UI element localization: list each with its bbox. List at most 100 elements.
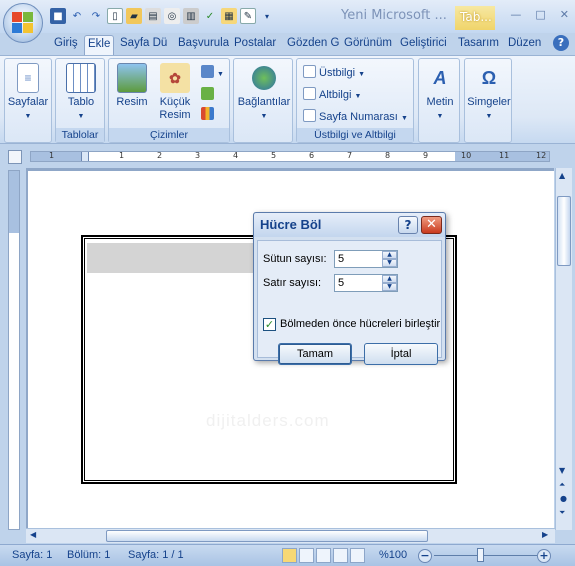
next-page-icon[interactable]: ⏷ bbox=[559, 508, 565, 518]
scroll-up-icon[interactable]: ▲ bbox=[559, 171, 565, 180]
scroll-right-icon[interactable]: ▶ bbox=[542, 530, 548, 539]
picture-icon bbox=[117, 63, 147, 93]
save-icon[interactable]: ■ bbox=[50, 8, 66, 24]
close-button[interactable]: ✕ bbox=[560, 8, 569, 21]
selected-cells[interactable] bbox=[87, 243, 254, 273]
new-document-icon[interactable]: ▯ bbox=[107, 8, 123, 24]
restore-button[interactable]: □ bbox=[535, 8, 545, 21]
draft-view-icon[interactable] bbox=[350, 548, 365, 563]
office-button[interactable] bbox=[3, 3, 43, 43]
tab-ekle[interactable]: Ekle bbox=[84, 35, 114, 55]
tab-postalar[interactable]: Postalar bbox=[231, 35, 283, 55]
zoom-in-icon[interactable]: + bbox=[537, 549, 551, 563]
rows-down-icon[interactable]: ▼ bbox=[382, 283, 397, 291]
tab-sayfa-duzeni[interactable]: Sayfa Dü bbox=[117, 35, 172, 55]
ruler-tick-label: 1 bbox=[119, 151, 125, 160]
zoom-slider-thumb[interactable] bbox=[477, 548, 484, 562]
watermark-text: dijitalders.com bbox=[206, 411, 330, 430]
footer-icon bbox=[303, 87, 316, 100]
quick-access-toolbar: ■ ↶ ↷ ▯ ▰ ▤ ◎ ▥ ✓ ▦ ✎ ▾ bbox=[50, 6, 275, 26]
print-preview-icon[interactable]: ◎ bbox=[164, 8, 180, 24]
indent-marker[interactable] bbox=[81, 152, 89, 161]
help-icon[interactable]: ? bbox=[553, 35, 569, 51]
browse-object-icon[interactable]: ● bbox=[560, 494, 567, 503]
previous-page-icon[interactable]: ⏶ bbox=[559, 480, 565, 490]
rows-label: Satır sayısı: bbox=[263, 277, 322, 289]
vertical-scrollbar[interactable]: ▲ ▼ ⏶ ● ⏷ bbox=[555, 168, 572, 530]
spelling-icon[interactable]: ✓ bbox=[202, 8, 218, 24]
tab-duzen[interactable]: Düzen bbox=[505, 35, 545, 55]
minimize-button[interactable]: — bbox=[510, 8, 521, 21]
horizontal-ruler[interactable]: 1 1 2 3 4 5 6 7 8 9 10 11 12 bbox=[30, 151, 550, 162]
cancel-button[interactable]: İptal bbox=[364, 343, 438, 365]
ruler-tick-label: 3 bbox=[195, 151, 201, 160]
dialog-title-bar[interactable]: Hücre Böl ? ✕ bbox=[254, 213, 445, 237]
columns-down-icon[interactable]: ▼ bbox=[382, 259, 397, 267]
ruler-tick-label: 4 bbox=[233, 151, 239, 160]
altbilgi-button[interactable]: Altbilgi ▼ bbox=[303, 87, 361, 101]
customize-qat-icon[interactable]: ▾ bbox=[259, 8, 275, 24]
edit-icon[interactable]: ✎ bbox=[240, 8, 256, 24]
scroll-down-icon[interactable]: ▼ bbox=[559, 466, 565, 475]
status-page[interactable]: Sayfa: 1 bbox=[12, 549, 52, 561]
ruler-tick-label: 11 bbox=[499, 151, 510, 160]
dialog-close-button[interactable]: ✕ bbox=[421, 216, 442, 234]
ribbon: ≡ Sayfalar ▼ Tablo ▼ Tablolar Resim ✿ Küçü… bbox=[0, 55, 575, 144]
columns-up-icon[interactable]: ▲ bbox=[382, 251, 397, 259]
rows-up-icon[interactable]: ▲ bbox=[382, 275, 397, 283]
tab-selector-button[interactable] bbox=[8, 150, 22, 164]
status-section[interactable]: Bölüm: 1 bbox=[67, 549, 110, 561]
baglantilar-button[interactable]: Bağlantılar ▼ bbox=[235, 63, 293, 123]
sayfa-numarasi-button[interactable]: Sayfa Numarası ▼ bbox=[303, 109, 408, 123]
print-icon[interactable]: ▤ bbox=[145, 8, 161, 24]
zoom-level[interactable]: %100 bbox=[379, 549, 407, 561]
tab-gorunum[interactable]: Görünüm bbox=[341, 35, 396, 55]
format-icon[interactable]: ▦ bbox=[221, 8, 237, 24]
ustbilgi-button[interactable]: Üstbilgi ▼ bbox=[303, 65, 365, 79]
horizontal-scroll-thumb[interactable] bbox=[106, 530, 428, 542]
merge-checkbox[interactable]: ✓ bbox=[263, 318, 276, 331]
web-layout-view-icon[interactable] bbox=[316, 548, 331, 563]
group-baglantilar: Bağlantılar ▼ bbox=[233, 58, 293, 143]
redo-icon[interactable]: ↷ bbox=[88, 8, 104, 24]
tablo-button[interactable]: Tablo ▼ bbox=[59, 63, 103, 123]
rows-value[interactable]: 5 bbox=[338, 277, 344, 289]
zoom-slider-track[interactable] bbox=[434, 555, 537, 556]
dialog-help-button[interactable]: ? bbox=[398, 216, 418, 234]
vertical-scroll-thumb[interactable] bbox=[557, 196, 571, 266]
scroll-left-icon[interactable]: ◀ bbox=[30, 530, 36, 539]
tab-basvurular[interactable]: Başvurula bbox=[175, 35, 229, 55]
tab-gelistirici[interactable]: Geliştirici bbox=[397, 35, 453, 55]
window-title: Yeni Microsoft ... bbox=[341, 8, 447, 23]
tab-gozden-gecir[interactable]: Gözden G bbox=[284, 35, 339, 55]
smartart-button[interactable] bbox=[201, 87, 217, 101]
horizontal-scrollbar[interactable]: ◀ ▶ bbox=[26, 528, 555, 543]
undo-icon[interactable]: ↶ bbox=[69, 8, 85, 24]
rows-spinner[interactable]: 5 ▲ ▼ bbox=[334, 274, 398, 292]
kucuk-resim-button[interactable]: ✿ Küçük Resim bbox=[155, 63, 195, 122]
print-layout-view-icon[interactable] bbox=[282, 548, 297, 563]
chart-button[interactable] bbox=[201, 107, 217, 121]
shapes-button[interactable]: ▼ bbox=[201, 65, 224, 79]
open-folder-icon[interactable]: ▰ bbox=[126, 8, 142, 24]
tab-tasarim[interactable]: Tasarım bbox=[455, 35, 503, 55]
outline-view-icon[interactable] bbox=[333, 548, 348, 563]
simgeler-button[interactable]: Ω Simgeler ▼ bbox=[467, 63, 511, 123]
metin-label: Metin bbox=[426, 96, 454, 108]
quick-print-icon[interactable]: ▥ bbox=[183, 8, 199, 24]
full-screen-view-icon[interactable] bbox=[299, 548, 314, 563]
status-page-count[interactable]: Sayfa: 1 / 1 bbox=[128, 549, 184, 561]
columns-spinner[interactable]: 5 ▲ ▼ bbox=[334, 250, 398, 268]
ok-button[interactable]: Tamam bbox=[278, 343, 352, 365]
sayfalar-button[interactable]: ≡ Sayfalar ▼ bbox=[7, 63, 49, 123]
ribbon-tabs: Giriş Ekle Sayfa Dü Başvurula Postalar G… bbox=[0, 33, 575, 55]
tab-giris[interactable]: Giriş bbox=[51, 35, 81, 55]
ustbilgi-altbilgi-group-label: Üstbilgi ve Altbilgi bbox=[297, 128, 413, 142]
columns-value[interactable]: 5 bbox=[338, 253, 344, 265]
group-simgeler: Ω Simgeler ▼ bbox=[464, 58, 512, 143]
merge-label[interactable]: Bölmeden önce hücreleri birleştir bbox=[280, 318, 440, 330]
zoom-out-icon[interactable]: − bbox=[418, 549, 432, 563]
resim-button[interactable]: Resim bbox=[112, 63, 152, 109]
metin-button[interactable]: A Metin ▼ bbox=[421, 63, 459, 123]
vertical-ruler[interactable] bbox=[8, 170, 20, 530]
